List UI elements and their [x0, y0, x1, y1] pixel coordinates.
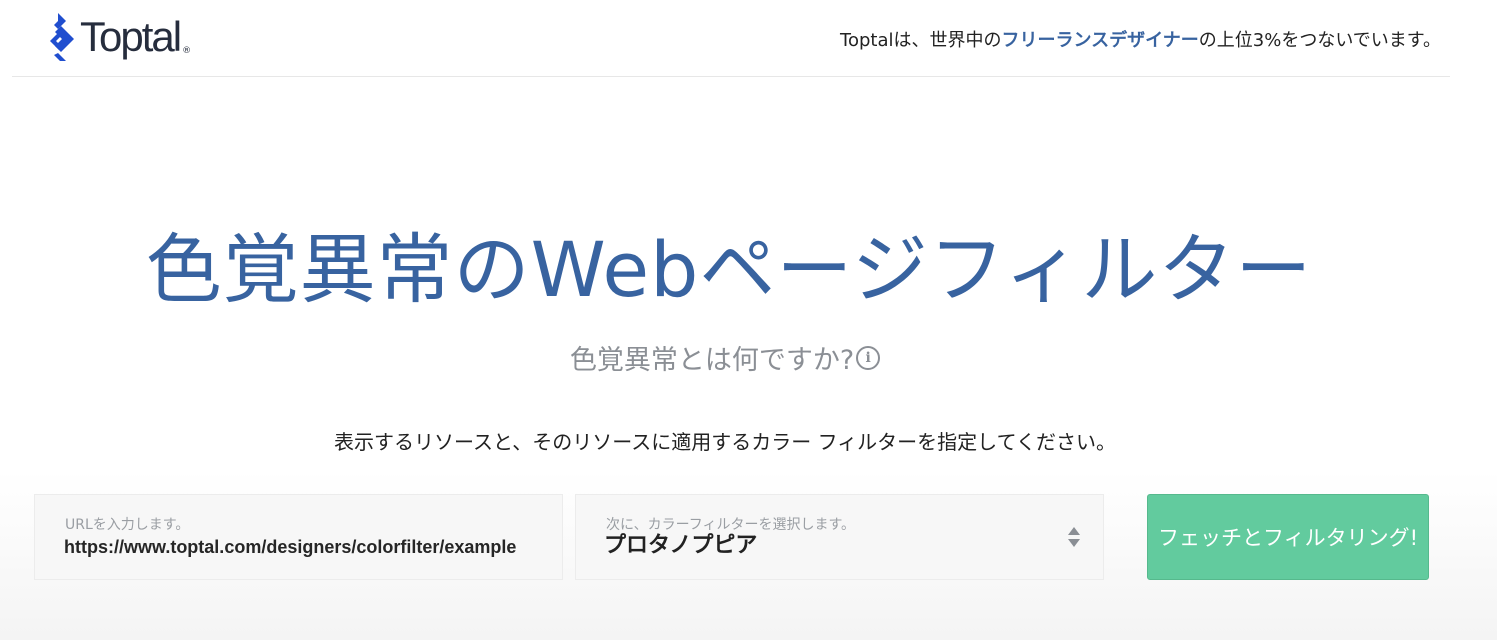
- logo-registered-mark: ®: [182, 46, 192, 56]
- subtitle-text[interactable]: 色覚異常とは何ですか?: [570, 338, 854, 377]
- tagline-text-start: Toptalは、世界中の: [840, 30, 1002, 51]
- selected-filter-value[interactable]: プロタノプピア: [604, 527, 757, 559]
- fetch-and-filter-button[interactable]: フェッチとフィルタリング!: [1147, 494, 1429, 580]
- url-input[interactable]: [64, 537, 534, 558]
- logo-text: Toptal: [80, 13, 182, 60]
- site-header: Toptal ® Toptalは、世界中のフリーランスデザイナーの上位3%をつな…: [12, 0, 1450, 77]
- select-arrows-icon[interactable]: [1067, 525, 1081, 549]
- tagline-text-end: の上位3%をつないでいます。: [1198, 30, 1441, 51]
- toptal-logo[interactable]: Toptal ®: [46, 12, 191, 62]
- url-field[interactable]: URLを入力します。: [34, 494, 563, 580]
- toptal-logo-icon: [50, 13, 74, 61]
- freelance-designers-link[interactable]: フリーランスデザイナー: [1002, 30, 1199, 51]
- instruction-text: 表示するリソースと、そのリソースに適用するカラー フィルターを指定してください。: [334, 430, 1116, 454]
- header-tagline: Toptalは、世界中のフリーランスデザイナーの上位3%をつないでいます。: [840, 26, 1441, 52]
- url-field-label: URLを入力します。: [65, 517, 190, 533]
- color-filter-select[interactable]: 次に、カラーフィルターを選択します。 プロタノプピア: [575, 494, 1104, 580]
- subtitle[interactable]: 色覚異常とは何ですか? i: [0, 338, 1450, 377]
- info-icon[interactable]: i: [856, 345, 881, 370]
- page-title: 色覚異常のWebページフィルター: [145, 225, 1313, 314]
